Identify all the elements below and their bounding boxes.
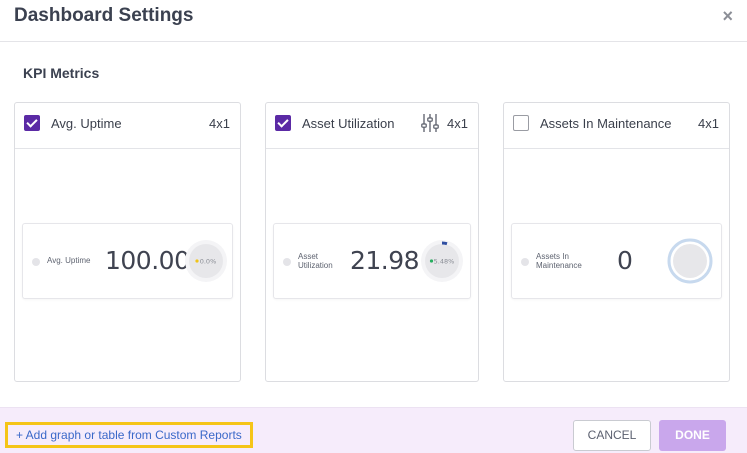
card-size: 4x1	[447, 116, 468, 131]
card-label: Asset Utilization	[302, 116, 395, 131]
gauge-text: 0.0%	[200, 258, 217, 266]
gauge-icon: 0.0%	[185, 240, 227, 282]
gauge-arc	[441, 241, 448, 246]
preview-label: Asset Utilization	[298, 252, 333, 270]
kpi-card-avg-uptime: Avg. Uptime 4x1 Avg. Uptime 100.00 0.0%	[14, 102, 241, 382]
kpi-card-assets-in-maintenance: Assets In Maintenance 4x1 Assets In Main…	[503, 102, 730, 382]
card-header: Asset Utilization 4x1	[266, 103, 478, 149]
asset-utilization-checkbox[interactable]	[275, 115, 291, 131]
status-dot	[32, 258, 40, 266]
done-button[interactable]: DONE	[659, 420, 726, 451]
kpi-preview: Assets In Maintenance 0	[511, 223, 722, 299]
gauge-icon: 5.48%	[421, 240, 463, 282]
settings-sliders-icon[interactable]	[421, 113, 439, 133]
close-icon[interactable]: ×	[722, 6, 733, 27]
preview-label: Assets In Maintenance	[536, 252, 582, 270]
card-header: Avg. Uptime 4x1	[15, 103, 240, 149]
preview-value: 21.98	[350, 246, 420, 275]
add-custom-report-link[interactable]: + Add graph or table from Custom Reports	[5, 422, 253, 448]
dialog-title: Dashboard Settings	[14, 5, 194, 26]
dialog-header: Dashboard Settings ×	[0, 0, 747, 42]
card-label: Avg. Uptime	[51, 116, 122, 131]
card-size: 4x1	[209, 116, 230, 131]
kpi-preview: Avg. Uptime 100.00 0.0%	[22, 223, 233, 299]
cancel-button[interactable]: CANCEL	[573, 420, 651, 451]
preview-label: Avg. Uptime	[47, 256, 91, 265]
gauge-icon	[667, 238, 713, 284]
gauge-text: 5.48%	[434, 258, 455, 266]
card-label: Assets In Maintenance	[540, 116, 672, 131]
preview-value: 100.00	[105, 246, 190, 275]
status-dot	[283, 258, 291, 266]
dialog-footer: + Add graph or table from Custom Reports…	[0, 407, 747, 453]
trend-dot	[429, 259, 434, 263]
avg-uptime-checkbox[interactable]	[24, 115, 40, 131]
trend-dot	[195, 259, 199, 263]
card-size: 4x1	[698, 116, 719, 131]
section-title: KPI Metrics	[23, 65, 100, 81]
preview-value: 0	[617, 246, 633, 275]
kpi-card-asset-utilization: Asset Utilization 4x1 Asset Utilization …	[265, 102, 479, 382]
kpi-preview: Asset Utilization 21.98 5.48%	[273, 223, 471, 299]
status-dot	[521, 258, 529, 266]
assets-in-maintenance-checkbox[interactable]	[513, 115, 529, 131]
card-header: Assets In Maintenance 4x1	[504, 103, 729, 149]
